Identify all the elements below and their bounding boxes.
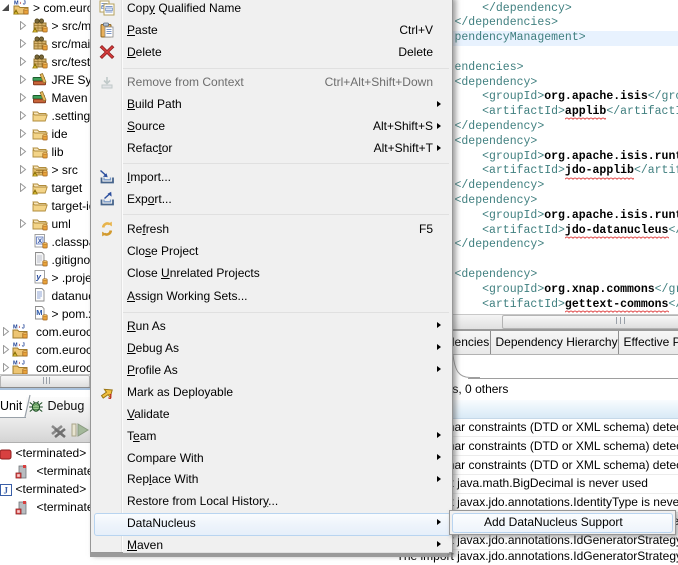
svg-text:›: ›: [19, 343, 21, 349]
svg-text:J: J: [22, 343, 25, 349]
svg-text:J: J: [108, 394, 112, 400]
svg-text:›: ›: [19, 361, 21, 367]
svg-text:J: J: [23, 1, 26, 7]
svg-text:X: X: [38, 238, 43, 245]
svg-text:›: ›: [19, 325, 21, 331]
svg-text:›: ›: [20, 1, 22, 7]
svg-text:J: J: [22, 325, 25, 331]
svg-text:J: J: [4, 485, 9, 495]
svg-text:J: J: [22, 361, 25, 367]
svg-text:M: M: [36, 308, 42, 317]
